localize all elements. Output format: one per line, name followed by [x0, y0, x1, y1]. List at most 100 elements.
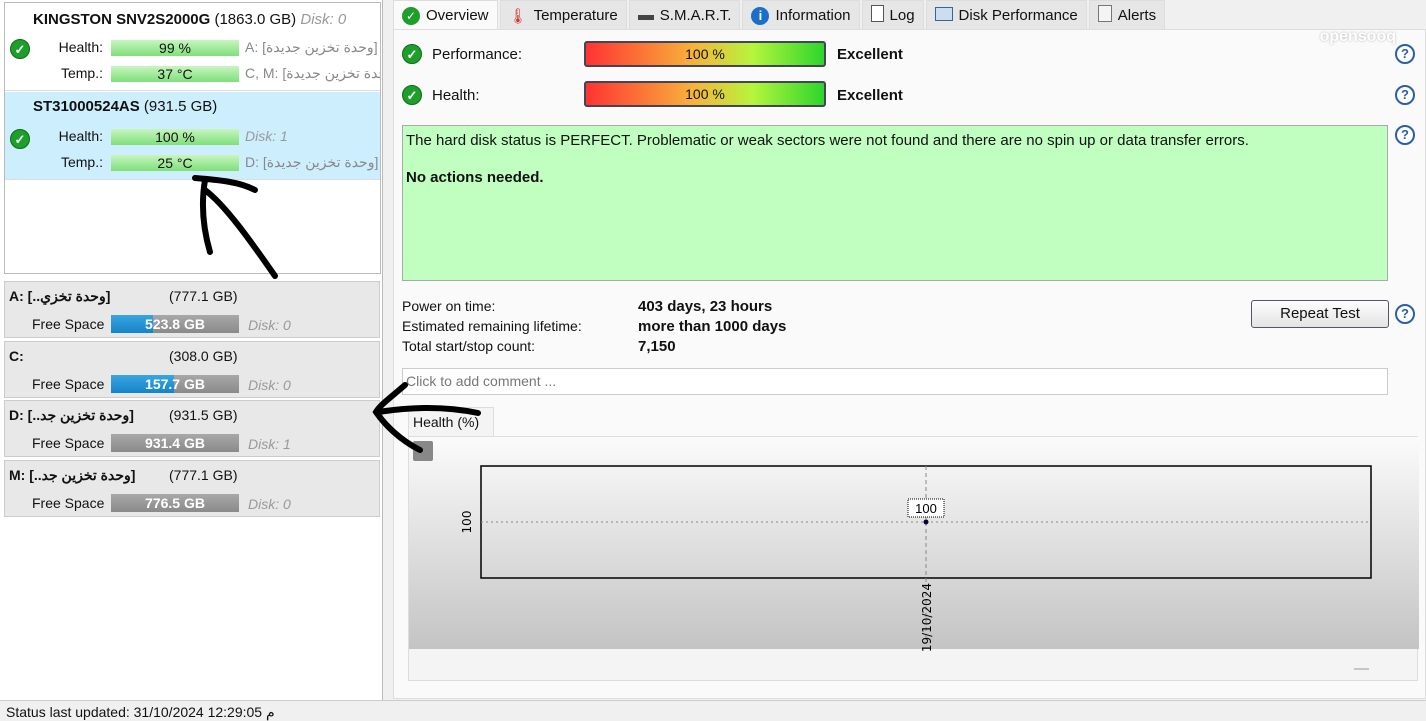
temp-label: Temp.: [60, 65, 103, 81]
status-text: The hard disk status is PERFECT. Problem… [406, 132, 1249, 149]
help-icon[interactable]: ? [1395, 44, 1415, 64]
disk-model: KINGSTON SNV2S2000G [33, 11, 211, 28]
help-icon[interactable]: ? [1395, 125, 1415, 145]
partition-name: D: [..وحدة تخزين جد] [9, 407, 134, 423]
health-label: Health: [58, 39, 103, 55]
help-icon[interactable]: ? [1395, 85, 1415, 105]
free-space-value: 523.8 GB [145, 316, 205, 332]
startstop-label: Total start/stop count: [402, 338, 536, 354]
right-panel: ✓ Overview 🌡 Temperature S.M.A.R.T. i Informat… [385, 0, 1426, 700]
free-space-bar: 523.8 GB [111, 315, 239, 333]
tab-label: Overview [426, 7, 489, 24]
tab-alerts[interactable]: Alerts [1088, 0, 1166, 30]
tab-label: S.M.A.R.T. [659, 7, 732, 24]
partition-size: (777.1 GB) [169, 466, 238, 483]
tab-s-m-a-r-t[interactable]: S.M.A.R.T. [628, 0, 741, 30]
x-tick-label: 19/10/2024 [920, 583, 934, 652]
disk-number: Disk: 1 [245, 128, 288, 144]
alerts-icon [1097, 5, 1112, 26]
health-label: Health: [58, 128, 103, 144]
disk-size: (931.5 GB) [143, 98, 218, 115]
partition-item[interactable]: A: [..وحدة تخزي] (777.1 GB) Free Space 5… [4, 281, 380, 338]
overview-panel: ✓ Performance: 100 % Excellent ? ✓ Healt… [393, 29, 1426, 699]
free-space-bar: 157.7 GB [111, 374, 239, 393]
disk-volumes: A: [وحدة تخزين جديدة] [245, 39, 378, 55]
disk-volumes: D: [وحدة تخزين جديدة] [245, 154, 379, 170]
partition-disk: Disk: 0 [248, 317, 291, 333]
ok-check-icon: ✓ [402, 44, 422, 64]
free-space-label: Free Space [32, 435, 105, 451]
power-on-value: 403 days, 23 hours [638, 298, 773, 315]
power-on-label: Power on time: [402, 298, 496, 314]
partition-name: C: [9, 347, 24, 364]
chart-background [409, 437, 1419, 649]
health-bar: 100 % [111, 129, 239, 145]
document-icon [870, 5, 884, 26]
free-space-label: Free Space [32, 494, 105, 511]
action-text: No actions needed. [406, 169, 544, 186]
status-message-box: The hard disk status is PERFECT. Problem… [402, 125, 1388, 281]
info-icon: i [751, 6, 770, 25]
health-chart-svg: 100 19/10/2024 100 [409, 437, 1419, 670]
free-space-bar: 931.4 GB [111, 434, 239, 452]
tab-health-chart[interactable]: Health (%) [408, 407, 494, 437]
disk-item-1[interactable]: ST31000524AS (931.5 GB) ✓ Health: 100 % … [5, 92, 380, 180]
repeat-test-button[interactable]: Repeat Test [1251, 300, 1389, 328]
disk-list: KINGSTON SNV2S2000G (1863.0 GB) Disk: 0 … [4, 2, 381, 274]
performance-label: Performance: [432, 46, 523, 63]
partition-size: (777.1 GB) [169, 288, 238, 304]
partition-name: M: [..وحدة تخزين جد] [9, 466, 136, 483]
performance-bar: 100 % [584, 41, 826, 67]
drive-icon [637, 7, 654, 24]
tab-label: Disk Performance [958, 7, 1078, 24]
free-space-value: 776.5 GB [145, 494, 205, 511]
partition-item[interactable]: M: [..وحدة تخزين جد] (777.1 GB) Free Spa… [4, 459, 380, 517]
temp-label: Temp.: [60, 154, 103, 170]
partition-size: (931.5 GB) [169, 407, 238, 423]
left-panel: KINGSTON SNV2S2000G (1863.0 GB) Disk: 0 … [0, 0, 383, 700]
disk-item-0[interactable]: KINGSTON SNV2S2000G (1863.0 GB) Disk: 0 … [5, 3, 380, 91]
watermark-logo: opensooq [1319, 28, 1396, 45]
temp-bar: 37 °C [111, 66, 239, 82]
tab-temperature[interactable]: 🌡 Temperature [499, 0, 627, 30]
partition-size: (308.0 GB) [169, 347, 238, 364]
tab-disk-performance[interactable]: Disk Performance [925, 0, 1087, 30]
partition-item[interactable]: C: (308.0 GB) Free Space 157.7 GB Disk: … [4, 340, 380, 398]
lifetime-value: more than 1000 days [638, 318, 787, 335]
health-chart: 100 19/10/2024 100 [408, 436, 1419, 681]
temp-bar: 25 °C [111, 155, 239, 171]
lifetime-label: Estimated remaining lifetime: [402, 318, 582, 334]
tab-label: Alerts [1117, 7, 1157, 24]
health-bar: 100 % [584, 81, 826, 107]
partition-name: A: [..وحدة تخزي] [9, 288, 111, 304]
disk-number: Disk: 0 [300, 11, 347, 28]
partition-disk: Disk: 0 [248, 495, 291, 512]
tab-bar: ✓ Overview 🌡 Temperature S.M.A.R.T. i Informat… [393, 0, 1166, 30]
free-space-value: 157.7 GB [145, 375, 205, 392]
check-icon: ✓ [402, 6, 420, 25]
ok-check-icon: ✓ [402, 85, 422, 105]
free-space-value: 931.4 GB [145, 435, 205, 451]
partition-disk: Disk: 0 [248, 376, 291, 393]
disk-size: (1863.0 GB) [214, 11, 297, 28]
chart-icon [934, 6, 953, 25]
comment-input[interactable]: Click to add comment ... [402, 368, 1388, 395]
tab-label: Temperature [533, 7, 618, 24]
free-space-label: Free Space [32, 375, 105, 392]
tab-log[interactable]: Log [861, 0, 924, 30]
free-space-bar: 776.5 GB [111, 493, 239, 512]
tab-label: Log [889, 7, 915, 24]
performance-rating: Excellent [837, 46, 903, 63]
partition-item[interactable]: D: [..وحدة تخزين جد] (931.5 GB) Free Spa… [4, 400, 380, 457]
y-tick-label: 100 [460, 511, 474, 534]
tab-overview[interactable]: ✓ Overview [393, 0, 498, 30]
help-icon[interactable]: ? [1395, 304, 1415, 324]
health-bar: 99 % [111, 40, 239, 56]
save-icon[interactable] [413, 441, 433, 461]
disk-model: ST31000524AS [33, 98, 140, 115]
health-label: Health: [432, 87, 480, 104]
data-point [923, 519, 929, 525]
startstop-value: 7,150 [638, 338, 676, 355]
tab-information[interactable]: i Information [742, 0, 860, 30]
tab-label: Information [775, 7, 851, 24]
